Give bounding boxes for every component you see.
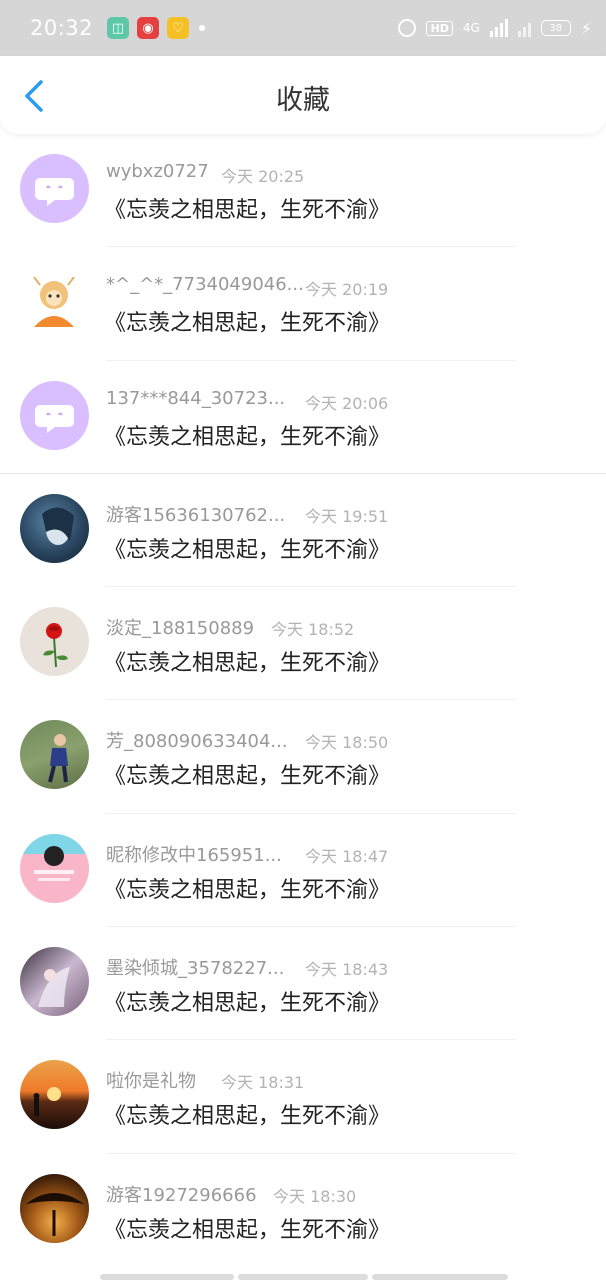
user-name: 墨染倾城_3578227... [106, 958, 285, 980]
more-notifications-dot [199, 25, 206, 31]
list-item[interactable]: 昵称修改中165951... 今天 18:47 《忘羡之相思起，生死不渝》 [0, 814, 606, 928]
list-item[interactable]: 游客1927296666 今天 18:30 《忘羡之相思起，生死不渝》 [0, 1154, 606, 1267]
list-item[interactable]: 137***844_30723... 今天 20:06 《忘羡之相思起，生死不渝… [0, 361, 606, 474]
sunset-avatar [33, 1087, 61, 1117]
list-item[interactable]: 墨染倾城_3578227... 今天 18:43 《忘羡之相思起，生死不渝》 [0, 927, 606, 1041]
timestamp: 今天 18:47 [305, 846, 389, 866]
user-name: 淡定_188150889 [106, 618, 255, 640]
list-item[interactable]: 啦你是礼物 今天 18:31 《忘羡之相思起，生死不渝》 [0, 1040, 606, 1154]
status-bar: 20:32 ◫ ◉ ♡ HD 4G 38 ⚡ [0, 0, 606, 56]
red-rose-avatar [43, 623, 68, 668]
cartoon-monkey-avatar [33, 276, 75, 328]
avatar[interactable] [20, 154, 89, 223]
favorite-title: 《忘羡之相思起，生死不渝》 [104, 198, 391, 223]
user-name: wybxz0727 [106, 161, 209, 182]
signal-secondary-icon [517, 19, 531, 37]
list-item[interactable]: *^_^*_7734049046... 今天 20:19 《忘羡之相思起，生死不… [0, 247, 606, 361]
avatar[interactable] [20, 947, 89, 1017]
page-title: 收藏 [276, 85, 330, 116]
navigation-header: 收藏 [0, 56, 606, 134]
charging-icon: ⚡ [580, 18, 592, 38]
chat-bubble-avatar [35, 404, 74, 433]
user-name: 昵称修改中165951... [106, 844, 282, 866]
heart-app-icon: ♡ [167, 17, 190, 39]
anime-girl-avatar [42, 507, 74, 545]
chat-bubble-avatar [35, 178, 74, 206]
avatar[interactable] [20, 833, 89, 903]
user-name: 137***844_30723... [106, 387, 286, 409]
child-photo-avatar [48, 734, 68, 783]
signal-icon [489, 19, 508, 37]
timestamp: 今天 18:30 [273, 1186, 357, 1206]
alarm-icon [398, 19, 417, 37]
tree-sunset-avatar [26, 1192, 84, 1236]
favorite-title: 《忘羡之相思起，生死不渝》 [104, 424, 391, 450]
weibo-icon: ◉ [137, 17, 160, 39]
avatar[interactable] [20, 607, 89, 677]
favorite-title: 《忘羡之相思起，生死不渝》 [104, 537, 391, 563]
timestamp: 今天 18:52 [271, 620, 355, 640]
network-type: 4G [462, 21, 480, 35]
battery-icon: 38 [540, 20, 571, 36]
list-item[interactable]: 淡定_188150889 今天 18:52 《忘羡之相思起，生死不渝》 [0, 587, 606, 701]
favorite-title: 《忘羡之相思起，生死不渝》 [104, 764, 391, 790]
user-name: 啦你是礼物 [106, 1071, 196, 1093]
favorite-title: 《忘羡之相思起，生死不渝》 [104, 651, 391, 677]
favorite-title: 《忘羡之相思起，生死不渝》 [104, 1104, 391, 1130]
pink-poster-avatar [20, 833, 89, 881]
avatar[interactable] [20, 267, 89, 337]
favorite-title: 《忘羡之相思起，生死不渝》 [104, 877, 391, 903]
avatar[interactable] [20, 1173, 89, 1243]
favorite-title: 《忘羡之相思起，生死不渝》 [104, 311, 391, 337]
favorite-title: 《忘羡之相思起，生死不渝》 [104, 1217, 391, 1243]
list-item[interactable]: 游客15636130762... 今天 19:51 《忘羡之相思起，生死不渝》 [0, 474, 606, 588]
avatar[interactable] [20, 380, 89, 450]
user-name: 游客15636130762... [106, 504, 286, 526]
timestamp: 今天 18:50 [305, 733, 389, 753]
timestamp: 今天 20:25 [221, 167, 305, 186]
anime-illustration-avatar [38, 967, 70, 1008]
hd-icon: HD [426, 20, 453, 36]
timestamp: 今天 19:51 [305, 506, 389, 526]
list-item[interactable]: 芳_808090633404... 今天 18:50 《忘羡之相思起，生死不渝》 [0, 700, 606, 814]
avatar[interactable] [20, 720, 89, 790]
app-notification-icon: ◫ [107, 17, 130, 39]
user-name: 游客1927296666 [106, 1184, 257, 1206]
bottom-scroll-hint [100, 1274, 508, 1280]
avatar[interactable] [20, 1060, 89, 1130]
status-time: 20:32 [30, 16, 94, 40]
timestamp: 今天 18:43 [305, 960, 389, 980]
user-name: *^_^*_7734049046... [106, 274, 304, 296]
avatar[interactable] [20, 493, 89, 563]
list-item[interactable]: wybxz0727 今天 20:25 《忘羡之相思起，生死不渝》 [0, 134, 606, 248]
user-name: 芳_808090633404... [106, 731, 288, 753]
timestamp: 今天 18:31 [221, 1073, 305, 1093]
favorite-title: 《忘羡之相思起，生死不渝》 [104, 991, 391, 1017]
timestamp: 今天 20:06 [305, 393, 389, 413]
favorites-list: wybxz0727 今天 20:25 《忘羡之相思起，生死不渝》 *^_^*_7… [0, 134, 606, 1267]
timestamp: 今天 20:19 [305, 280, 389, 300]
